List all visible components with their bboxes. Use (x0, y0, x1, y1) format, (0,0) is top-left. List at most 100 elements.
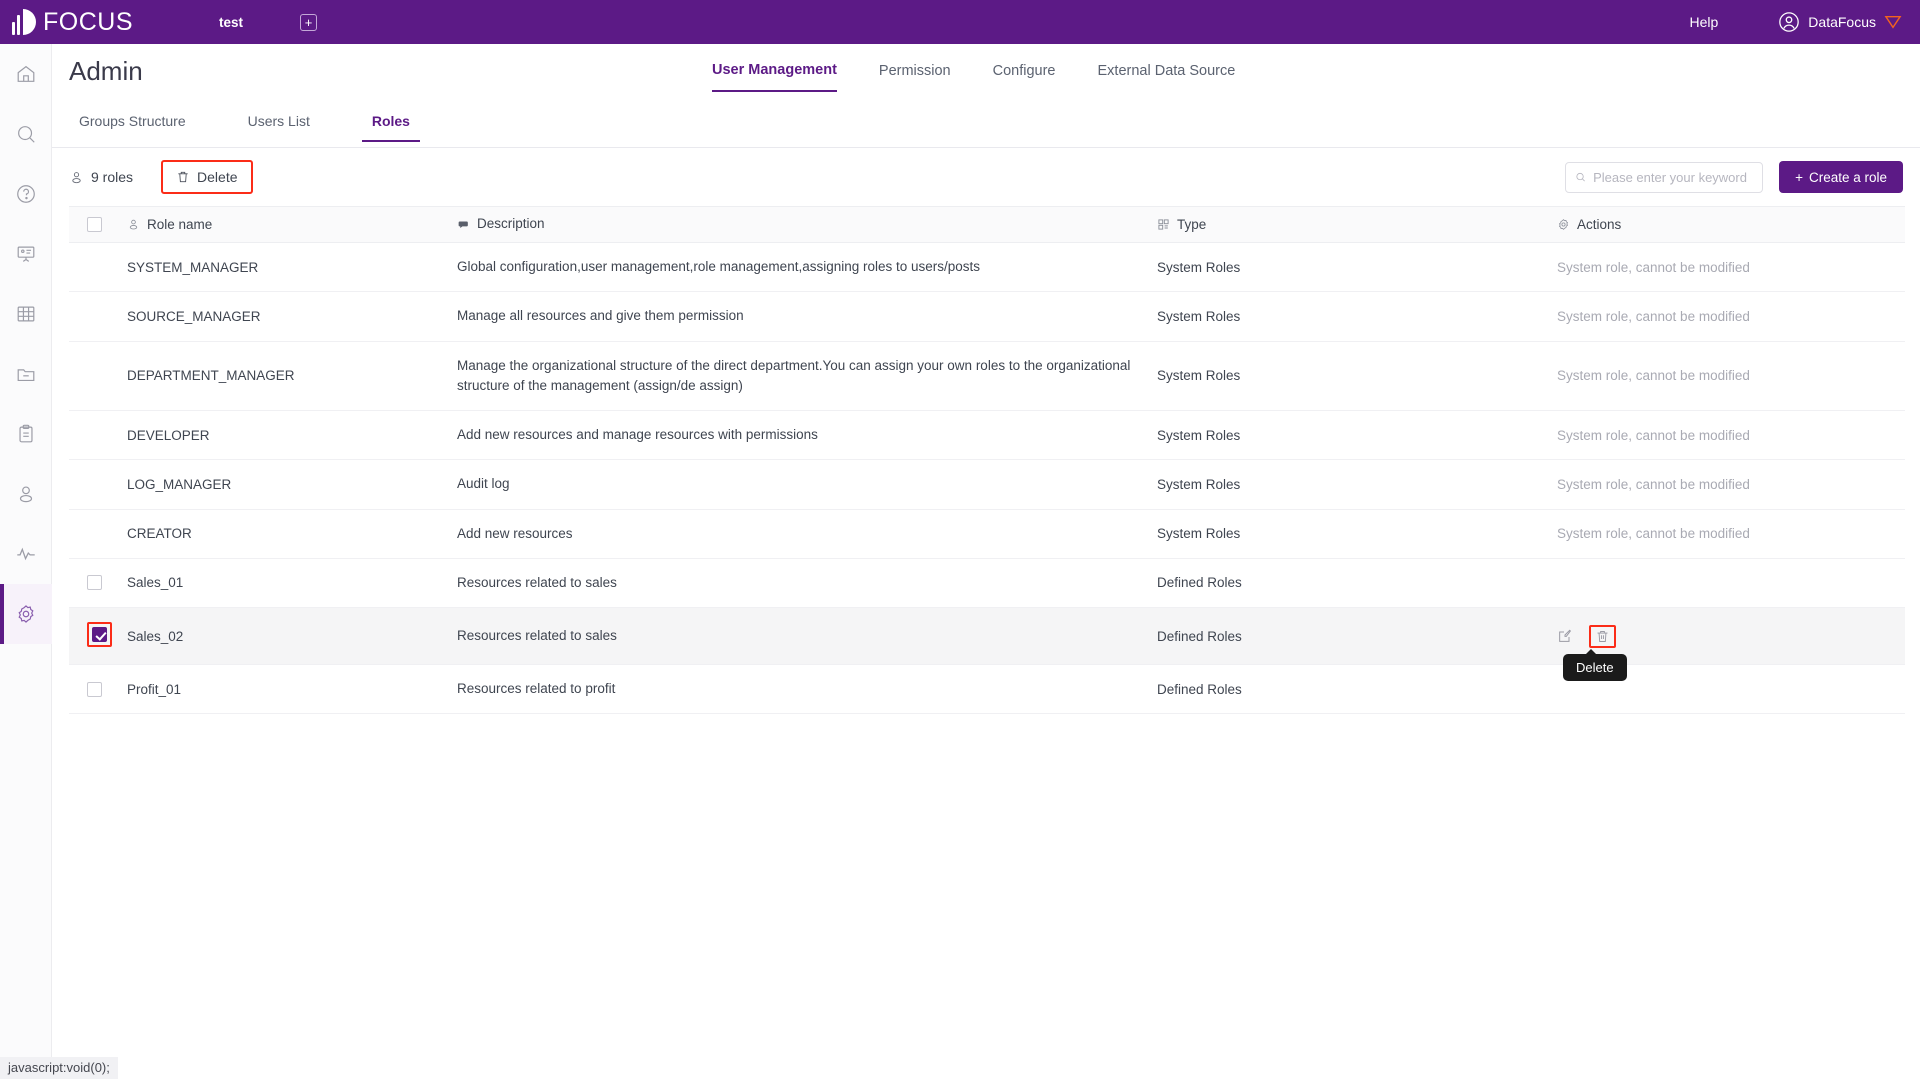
delete-row-highlight (1589, 624, 1616, 648)
row-actions: System role, cannot be modified (1557, 410, 1905, 461)
system-role-note: System role, cannot be modified (1557, 259, 1750, 275)
system-role-note: System role, cannot be modified (1557, 476, 1750, 492)
delete-row-button[interactable] (1595, 630, 1610, 647)
sidebar-item-tasks[interactable] (0, 404, 52, 464)
plus-square-icon[interactable]: + (300, 13, 318, 31)
trash-icon (178, 171, 188, 183)
column-type[interactable]: Type (1157, 206, 1557, 243)
home-icon (17, 65, 35, 82)
row-description: Resources related to sales (457, 558, 1157, 609)
tab-permission[interactable]: Permission (879, 63, 951, 91)
row-select-cell (69, 242, 127, 293)
row-checkbox-highlight (87, 622, 112, 647)
table-row[interactable]: Sales_02 Resources related to sales Defi… (69, 607, 1905, 681)
row-role-name: Sales_01 (127, 558, 457, 609)
row-type: System Roles (1157, 341, 1557, 411)
row-actions: System role, cannot be modified (1557, 242, 1905, 293)
row-description: Audit log (457, 459, 1157, 510)
sidebar-item-settings[interactable] (0, 584, 52, 644)
roles-count-label: 9 roles (91, 169, 134, 185)
system-role-note: System role, cannot be modified (1557, 427, 1750, 443)
table-toolbar: 9 roles Delete + Create a role (52, 148, 1920, 206)
gear-icon (1558, 219, 1569, 230)
table-row[interactable]: SOURCE_MANAGER Manage all resources and … (69, 291, 1905, 342)
row-select-cell (69, 341, 127, 411)
brand-logo[interactable]: FOCUS (12, 8, 133, 37)
toolbar-right: + Create a role (1565, 161, 1903, 193)
row-type: System Roles (1157, 410, 1557, 461)
row-checkbox[interactable] (87, 681, 102, 697)
create-role-button[interactable]: + Create a role (1779, 161, 1903, 193)
tab-user-management[interactable]: User Management (712, 62, 837, 92)
roles-count: 9 roles (69, 169, 133, 185)
tab-users-list[interactable]: Users List (238, 104, 320, 140)
user-menu[interactable]: DataFocus (1778, 11, 1902, 33)
table-row[interactable]: Sales_01 Resources related to sales Defi… (69, 558, 1905, 609)
row-role-name: SOURCE_MANAGER (127, 291, 457, 342)
row-select-cell (69, 509, 127, 559)
table-row[interactable]: LOG_MANAGER Audit log System Roles Syste… (69, 459, 1905, 510)
tab-roles[interactable]: Roles (361, 104, 420, 142)
tab-external-data-source[interactable]: External Data Source (1098, 63, 1236, 91)
sidebar-item-folder[interactable] (0, 344, 52, 404)
sidebar-item-board[interactable] (0, 224, 52, 284)
workspace-tab-test[interactable]: test (219, 15, 243, 30)
row-type: System Roles (1157, 509, 1557, 559)
bulk-delete-button[interactable]: Delete (161, 160, 253, 194)
bulk-delete-label: Delete (197, 169, 238, 185)
help-link[interactable]: Help (1690, 14, 1719, 30)
question-circle-icon (17, 185, 35, 203)
user-icon (129, 219, 138, 230)
table-row[interactable]: CREATOR Add new resources System Roles S… (69, 509, 1905, 559)
page-title: Admin (69, 56, 143, 86)
sidebar-item-activity[interactable] (0, 524, 52, 584)
row-select-cell (69, 558, 127, 609)
row-type: System Roles (1157, 459, 1557, 510)
row-description: Manage the organizational structure of t… (457, 341, 1157, 411)
search-box[interactable] (1565, 161, 1764, 193)
user-circle-icon (1779, 12, 1800, 32)
row-type: System Roles (1157, 291, 1557, 342)
row-role-name: SYSTEM_MANAGER (127, 242, 457, 293)
page-header: Admin User Management Permission Configu… (52, 44, 1920, 104)
sidebar-item-tables[interactable] (0, 284, 52, 344)
row-checkbox[interactable] (87, 575, 102, 591)
edit-row-button[interactable] (1557, 628, 1573, 644)
row-type: Defined Roles (1157, 607, 1557, 665)
system-role-note: System role, cannot be modified (1557, 526, 1750, 542)
row-type: Defined Roles (1157, 558, 1557, 609)
column-actions: Actions (1557, 206, 1905, 243)
trash-icon (1597, 630, 1608, 642)
row-checkbox[interactable] (92, 627, 107, 642)
row-description: Resources related to sales (457, 607, 1157, 665)
clipboard-icon (19, 424, 33, 443)
row-actions: System role, cannot be modified (1557, 509, 1905, 559)
select-all-checkbox[interactable] (87, 217, 102, 232)
top-bar: FOCUS test + Help DataFocus (0, 0, 1920, 44)
table-row[interactable]: SYSTEM_MANAGER Global configuration,user… (69, 242, 1905, 293)
sidebar-item-search[interactable] (0, 104, 52, 164)
row-type: Defined Roles (1157, 664, 1557, 715)
table-row[interactable]: DEVELOPER Add new resources and manage r… (69, 410, 1905, 461)
column-role-name[interactable]: Role name (127, 206, 457, 243)
column-description[interactable]: Description (457, 206, 1157, 243)
main-content: Admin User Management Permission Configu… (52, 44, 1920, 1079)
edit-icon (1559, 629, 1571, 642)
row-role-name: Sales_02 (127, 607, 457, 665)
sidebar-item-help[interactable] (0, 164, 52, 224)
row-select-cell (69, 607, 127, 665)
row-select-cell (69, 664, 127, 715)
tab-configure[interactable]: Configure (993, 63, 1056, 91)
tab-groups-structure[interactable]: Groups Structure (69, 104, 196, 140)
table-row[interactable]: DEPARTMENT_MANAGER Manage the organizati… (69, 341, 1905, 411)
row-type: System Roles (1157, 242, 1557, 293)
user-icon (72, 171, 81, 183)
sidebar-item-home[interactable] (0, 44, 52, 104)
table-row[interactable]: Profit_01 Resources related to profit De… (69, 664, 1905, 715)
table-header-row: Role name Description Type Actions (69, 206, 1905, 243)
row-description: Global configuration,user management,rol… (457, 242, 1157, 293)
search-input[interactable] (1593, 169, 1754, 185)
sidebar-item-users[interactable] (0, 464, 52, 524)
row-actions (1557, 558, 1905, 609)
status-bar: javascript:void(0); (0, 1057, 118, 1079)
